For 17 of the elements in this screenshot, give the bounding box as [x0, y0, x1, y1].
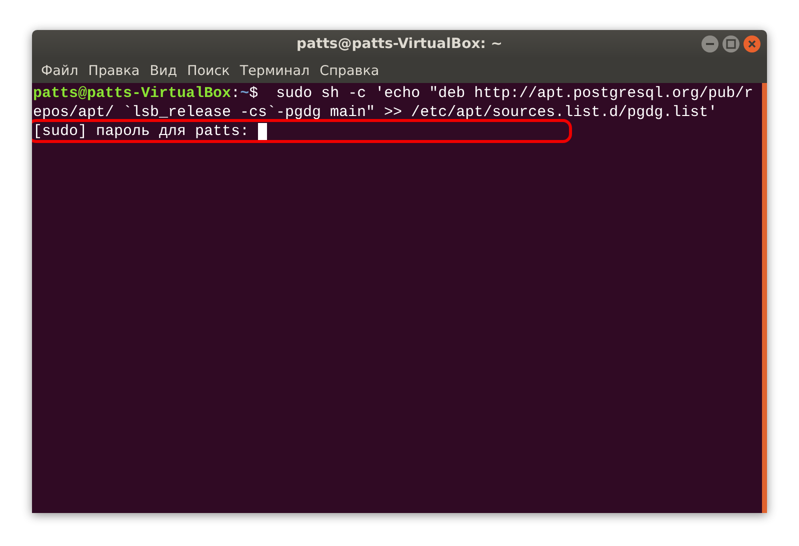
terminal-text: epos/apt/ `lsb_release -cs`-pgdg main" >> /etc/apt/sources.list.d/pgdg.list'	[33, 103, 718, 122]
terminal-text: :	[231, 84, 240, 103]
prompt-path: ~	[240, 84, 250, 103]
menu-item[interactable]: Справка	[314, 62, 384, 78]
menu-item[interactable]: Вид	[144, 62, 182, 78]
scrollbar[interactable]	[762, 83, 767, 513]
maximize-icon[interactable]	[722, 35, 740, 53]
terminal-text: $ sudo sh -c 'echo "deb http://apt.postgresql.org/pub/r	[249, 84, 754, 103]
terminal-text: [sudo] пароль для patts:	[33, 122, 250, 141]
window-title: patts@patts-VirtualBox: ~	[296, 36, 502, 52]
menu-item[interactable]: Правка	[83, 62, 145, 78]
close-icon[interactable]	[743, 35, 761, 53]
prompt-user: patts@patts-VirtualBox	[33, 84, 232, 103]
menu-item[interactable]: Файл	[36, 62, 84, 78]
minimize-icon[interactable]	[701, 35, 719, 53]
menu-item[interactable]: Терминал	[234, 62, 315, 78]
menu-item[interactable]: Поиск	[182, 62, 235, 78]
